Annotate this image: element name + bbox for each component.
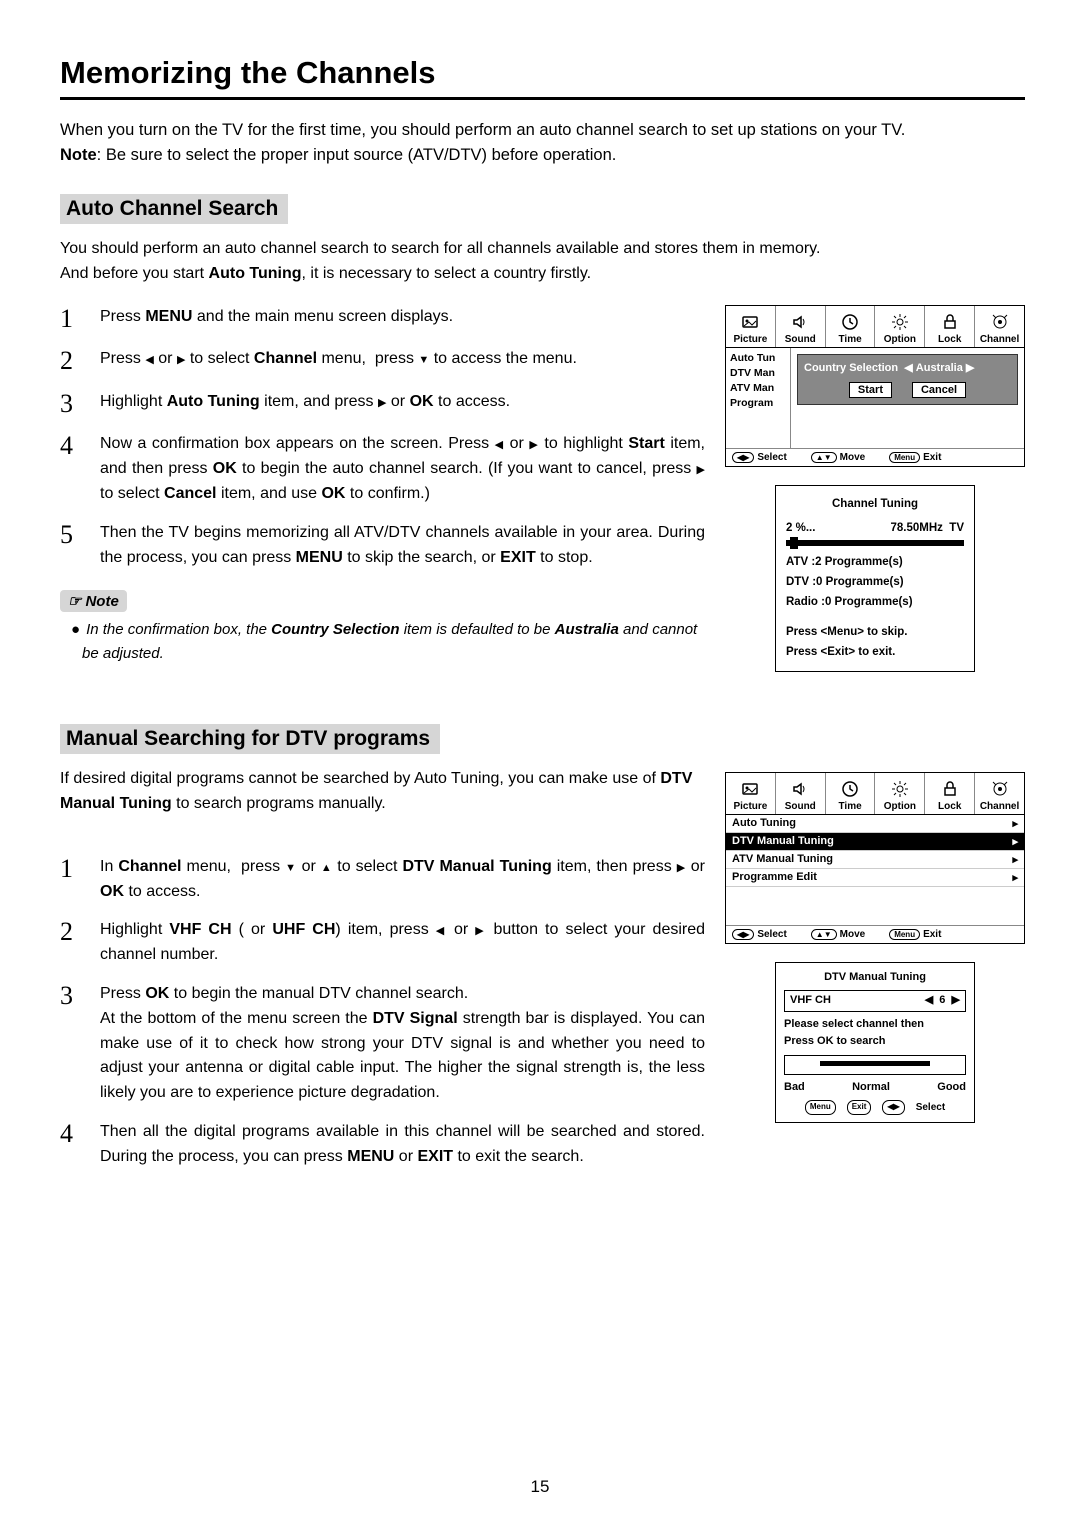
- section1-intro: You should perform an auto channel searc…: [60, 236, 1025, 287]
- tab-option[interactable]: Option: [875, 773, 925, 814]
- page-number: 15: [0, 1477, 1080, 1497]
- hintbar: ◀▶Select ▲▼Move MenuExit: [726, 925, 1024, 943]
- time-icon: [826, 310, 875, 334]
- section-heading-auto: Auto Channel Search: [60, 194, 288, 224]
- sidebar-item[interactable]: Auto Tun: [730, 351, 786, 366]
- step-number: 1: [60, 855, 82, 884]
- tab-lock[interactable]: Lock: [925, 773, 975, 814]
- tab-channel[interactable]: Channel: [975, 773, 1024, 814]
- step-number: 4: [60, 1120, 82, 1149]
- hintbar: ◀▶Select ▲▼Move MenuExit: [726, 448, 1024, 466]
- section2-intro: If desired digital programs cannot be se…: [60, 766, 705, 817]
- vhf-channel-selector[interactable]: VHF CH ◀ 6 ▶: [784, 990, 966, 1012]
- step-body: Highlight VHF CH ( or UHF CH) item, pres…: [100, 918, 705, 968]
- step-item: 4 Now a confirmation box appears on the s…: [60, 432, 705, 506]
- sidebar-item[interactable]: Program: [730, 396, 786, 411]
- menu-item[interactable]: Programme Edit▸: [726, 869, 1024, 887]
- hand-icon: ☞: [68, 592, 81, 610]
- tab-time[interactable]: Time: [826, 773, 876, 814]
- step-item: 1 In Channel menu, press ▼ or ▲ to select…: [60, 855, 705, 905]
- step-body: Then the TV begins memorizing all ATV/DT…: [100, 521, 705, 571]
- channel-icon: [975, 310, 1024, 334]
- tab-sound[interactable]: Sound: [776, 773, 826, 814]
- step-body: Then all the digital programs available …: [100, 1120, 705, 1170]
- note-text: ●In the confirmation box, the Country Se…: [82, 618, 705, 665]
- picture-icon: [726, 310, 775, 334]
- tab-lock[interactable]: Lock: [925, 306, 975, 347]
- page-title: Memorizing the Channels: [60, 55, 1025, 91]
- cancel-button[interactable]: Cancel: [912, 382, 966, 398]
- step-item: 4 Then all the digital programs available…: [60, 1120, 705, 1170]
- sidebar-item[interactable]: ATV Man: [730, 381, 786, 396]
- title-rule: [60, 97, 1025, 100]
- step-body: Highlight Auto Tuning item, and press ▶ …: [100, 390, 705, 415]
- step-number: 2: [60, 918, 82, 947]
- steps-list-manual: 1 In Channel menu, press ▼ or ▲ to select…: [60, 855, 705, 1170]
- steps-list-auto: 1 Press MENU and the main menu screen dis…: [60, 305, 705, 571]
- start-button[interactable]: Start: [849, 382, 892, 398]
- option-icon: [875, 310, 924, 334]
- step-number: 3: [60, 390, 82, 419]
- step-item: 5 Then the TV begins memorizing all ATV/D…: [60, 521, 705, 571]
- step-number: 4: [60, 432, 82, 461]
- option-icon: [875, 777, 924, 801]
- step-number: 3: [60, 982, 82, 1011]
- menu-item[interactable]: Auto Tuning▸: [726, 815, 1024, 833]
- step-item: 3 Highlight Auto Tuning item, and press ▶…: [60, 390, 705, 419]
- step-item: 3 Press OK to begin the manual DTV channe…: [60, 982, 705, 1106]
- step-item: 1 Press MENU and the main menu screen dis…: [60, 305, 705, 334]
- channel-icon: [975, 777, 1024, 801]
- figure-menu-dtv: PictureSoundTimeOptionLockChannel Auto T…: [725, 772, 1025, 944]
- figure-channel-tuning: Channel Tuning 2 %... 78.50MHz TV ATV :2…: [775, 485, 975, 672]
- tab-option[interactable]: Option: [875, 306, 925, 347]
- step-body: Press MENU and the main menu screen disp…: [100, 305, 705, 330]
- step-body: In Channel menu, press ▼ or ▲ to select …: [100, 855, 705, 905]
- step-body: Press OK to begin the manual DTV channel…: [100, 982, 705, 1106]
- figure-menu-country: PictureSoundTimeOptionLockChannel Auto T…: [725, 305, 1025, 467]
- menu-item[interactable]: ATV Manual Tuning▸: [726, 851, 1024, 869]
- step-number: 2: [60, 347, 82, 376]
- section-heading-manual: Manual Searching for DTV programs: [60, 724, 440, 754]
- country-popup: Country Selection ◀ Australia ▶ Start Ca…: [797, 354, 1018, 405]
- tab-picture[interactable]: Picture: [726, 773, 776, 814]
- menu-item[interactable]: DTV Manual Tuning▸: [726, 833, 1024, 851]
- step-item: 2 Press ◀ or ▶ to select Channel menu, pr…: [60, 347, 705, 376]
- note-badge: ☞ Note: [60, 590, 127, 612]
- tab-sound[interactable]: Sound: [776, 306, 826, 347]
- figure-dtv-manual-tuning: DTV Manual Tuning VHF CH ◀ 6 ▶ Please se…: [775, 962, 975, 1123]
- step-number: 1: [60, 305, 82, 334]
- step-body: Now a confirmation box appears on the sc…: [100, 432, 705, 506]
- sound-icon: [776, 777, 825, 801]
- sound-icon: [776, 310, 825, 334]
- tab-time[interactable]: Time: [826, 306, 876, 347]
- picture-icon: [726, 777, 775, 801]
- tab-channel[interactable]: Channel: [975, 306, 1024, 347]
- step-number: 5: [60, 521, 82, 550]
- intro-paragraph: When you turn on the TV for the first ti…: [60, 118, 1025, 168]
- sidebar-item[interactable]: DTV Man: [730, 366, 786, 381]
- step-item: 2 Highlight VHF CH ( or UHF CH) item, pre…: [60, 918, 705, 968]
- lock-icon: [925, 310, 974, 334]
- lock-icon: [925, 777, 974, 801]
- step-body: Press ◀ or ▶ to select Channel menu, pre…: [100, 347, 705, 372]
- time-icon: [826, 777, 875, 801]
- progress-bar: [786, 540, 964, 546]
- tab-picture[interactable]: Picture: [726, 306, 776, 347]
